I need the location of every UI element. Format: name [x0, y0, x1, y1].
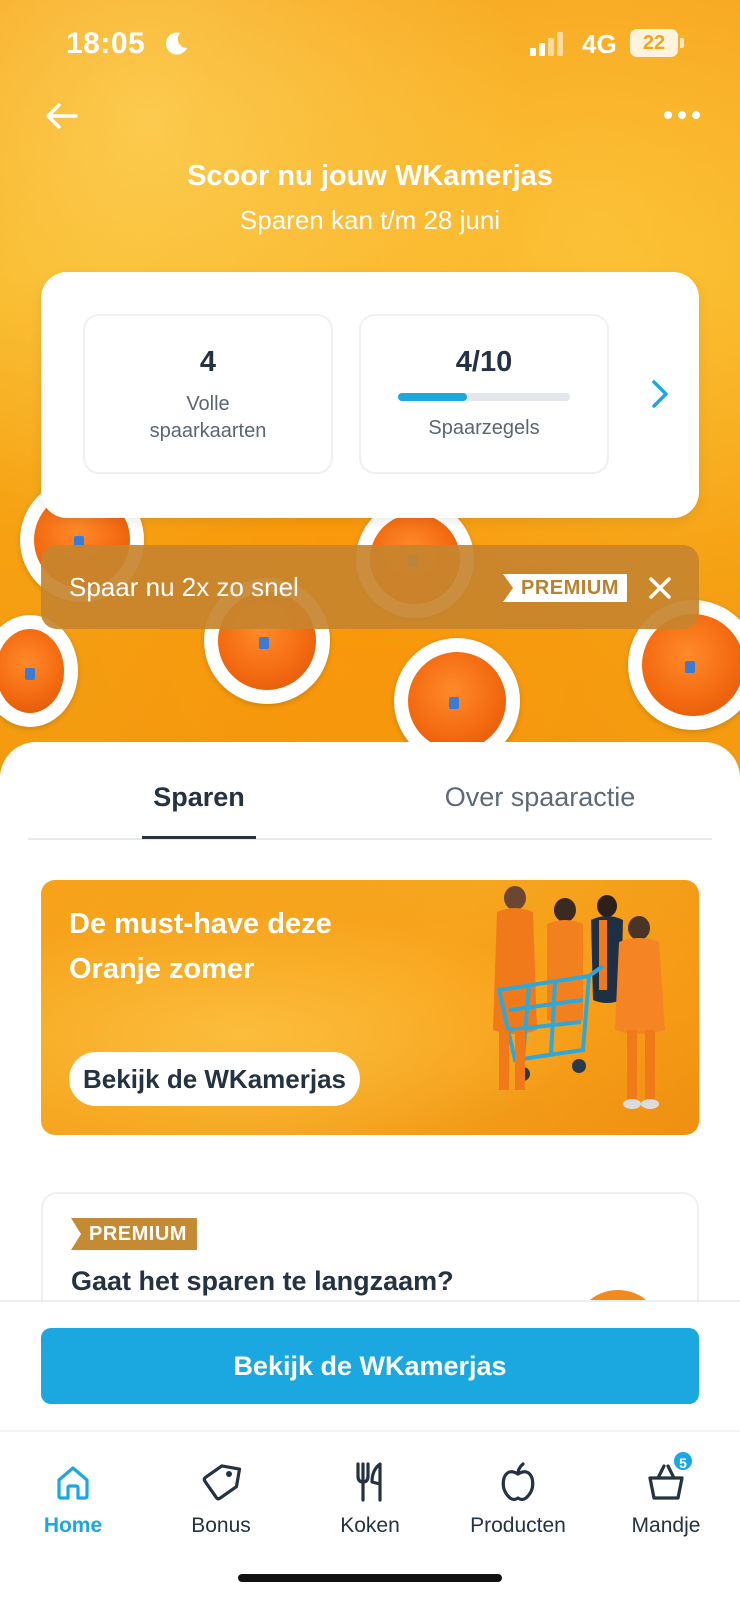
stamps-label: Spaarzegels [428, 417, 540, 439]
apple-icon [501, 1462, 535, 1502]
tab-divider [28, 838, 712, 840]
battery-level: 22 [642, 32, 666, 54]
full-cards-stat: 4 Volle spaarkaarten [83, 314, 333, 474]
cta-button[interactable]: Bekijk de WKamerjas [41, 1328, 699, 1404]
cta-bar: Bekijk de WKamerjas [0, 1300, 740, 1430]
nav-bonus-label: Bonus [191, 1514, 251, 1537]
stamps-value: 4/10 [455, 346, 513, 378]
full-cards-value: 4 [199, 346, 217, 378]
premium-banner[interactable]: Spaar nu 2x zo snel PREMIUM [41, 545, 699, 629]
zegel-sticker-4 [0, 615, 78, 727]
tab-over-spaaractie[interactable]: Over spaaractie [430, 782, 650, 813]
players-with-cart-image [493, 886, 665, 1109]
battery-icon: 22 [630, 29, 684, 57]
basket-icon-wrap: 5 [644, 1450, 694, 1504]
stamps-progress-fill [398, 393, 467, 401]
page-subtitle: Sparen kan t/m 28 juni [239, 205, 501, 235]
promo-button[interactable]: Bekijk de WKamerjas [69, 1052, 361, 1106]
more-options-icon[interactable] [660, 100, 704, 130]
savings-stats-card[interactable]: 4 Volle spaarkaarten 4/10 Spaarzegels [41, 272, 699, 518]
premium-card-tag: PREMIUM [71, 1218, 197, 1250]
nav-koken[interactable]: Koken [300, 1460, 440, 1538]
hero-section: 18:05 4G 22 Scoor nu jouw WKamerjas Spar… [0, 0, 740, 780]
nav-producten-label: Producten [470, 1514, 566, 1537]
content-sheet: Sparen Over spaaractie De must-have deze… [0, 742, 740, 1332]
signal-icon [530, 32, 563, 56]
full-cards-label: Volle spaarkaarten [149, 393, 267, 442]
home-icon [57, 1466, 89, 1500]
nav-producten[interactable]: Producten [448, 1460, 588, 1538]
tab-sparen[interactable]: Sparen [142, 782, 256, 813]
network-label: 4G [582, 29, 617, 59]
promo-card[interactable]: De must-have deze Oranje zomer Bekijk de… [41, 880, 699, 1135]
nav-home[interactable]: Home [3, 1460, 143, 1538]
page-title: Scoor nu jouw WKamerjas [187, 160, 553, 192]
status-time: 18:05 [66, 27, 146, 60]
active-tab-indicator [142, 836, 256, 839]
moon-icon [165, 32, 187, 55]
nav-koken-label: Koken [340, 1514, 400, 1537]
tag-icon [202, 1464, 242, 1501]
premium-tag: PREMIUM [503, 574, 627, 602]
nav-bonus[interactable]: Bonus [151, 1460, 291, 1538]
nav-mandje-label: Mandje [631, 1514, 701, 1537]
nav-home-label: Home [43, 1514, 103, 1537]
promo-title: De must-have deze Oranje zomer [69, 908, 332, 985]
premium-banner-text: Spaar nu 2x zo snel [69, 572, 299, 602]
home-indicator [238, 1574, 502, 1582]
close-icon[interactable] [645, 573, 675, 603]
status-bar: 18:05 4G 22 [0, 0, 740, 90]
chevron-right-icon[interactable] [645, 374, 675, 414]
cutlery-icon [356, 1462, 382, 1502]
premium-card-title: Gaat het sparen te langzaam? [71, 1266, 454, 1296]
stamps-stat: 4/10 Spaarzegels [359, 314, 609, 474]
back-arrow-icon[interactable] [42, 96, 82, 136]
nav-mandje[interactable]: 5 Mandje [596, 1450, 736, 1538]
cart-badge: 5 [672, 1450, 694, 1472]
stamps-progress-bar [398, 393, 570, 401]
